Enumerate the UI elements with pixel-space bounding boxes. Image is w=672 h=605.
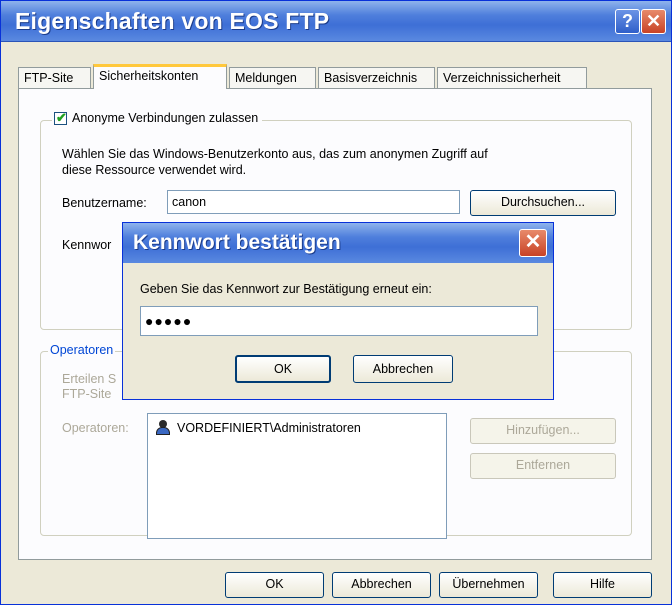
cancel-button[interactable]: Abbrechen [332,572,431,598]
tab-basisverzeichnis[interactable]: Basisverzeichnis [318,67,435,88]
tab-meldungen[interactable]: Meldungen [229,67,316,88]
help-button[interactable]: ? [615,9,640,34]
anonymous-description: Wählen Sie das Windows-Benutzerkonto aus… [62,146,582,178]
operators-grant-line-2: FTP-Site [62,387,112,401]
username-input[interactable] [167,190,460,214]
confirm-password-dialog: Kennwort bestätigen ✕ Geben Sie das Kenn… [122,222,554,400]
confirm-password-input[interactable]: ●●●●● [140,306,538,336]
browse-button[interactable]: Durchsuchen... [470,190,616,216]
tab-ftp-site[interactable]: FTP-Site [18,67,91,88]
dialog-prompt: Geben Sie das Kennwort zur Bestätigung e… [140,282,432,296]
anonymous-checkbox-row[interactable]: ✔ Anonyme Verbindungen zulassen [52,109,263,125]
operators-list-label: Operatoren: [62,421,129,435]
password-label: Kennwor [62,238,112,252]
dialog-cancel-button[interactable]: Abbrechen [353,355,453,383]
help-footer-button[interactable]: Hilfe [553,572,652,598]
operators-grant-line-1: Erteilen S [62,372,117,386]
check-icon: ✔ [56,109,67,125]
list-item[interactable]: VORDEFINIERT\Administratoren [154,420,361,436]
dialog-title: Kennwort bestätigen [133,231,341,254]
anonymous-checkbox[interactable]: ✔ [54,109,67,125]
operators-group-title: Operatoren [48,343,116,357]
dialog-title-bar[interactable]: Kennwort bestätigen ✕ [123,223,553,263]
close-button[interactable]: ✕ [641,9,666,34]
tab-verzeichnissicherheit[interactable]: Verzeichnissicherheit [437,67,587,88]
tab-sicherheitskonten[interactable]: Sicherheitskonten [93,64,227,89]
title-bar[interactable]: Eigenschaften von EOS FTP ? ✕ [1,1,671,42]
user-group-icon [154,420,172,436]
anonymous-checkbox-label: Anonyme Verbindungen zulassen [72,111,259,125]
apply-button[interactable]: Übernehmen [439,572,538,598]
description-line-2: diese Ressource verwendet wird. [62,163,247,177]
add-operator-button[interactable]: Hinzufügen... [470,418,616,444]
dialog-ok-button[interactable]: OK [235,355,331,383]
window-title: Eigenschaften von EOS FTP [15,8,330,34]
remove-operator-button[interactable]: Entfernen [470,453,616,479]
description-line-1: Wählen Sie das Windows-Benutzerkonto aus… [62,147,488,161]
operator-name: VORDEFINIERT\Administratoren [177,421,361,435]
username-label: Benutzername: [62,196,147,210]
operators-list[interactable]: VORDEFINIERT\Administratoren [147,413,447,539]
ok-button[interactable]: OK [225,572,324,598]
dialog-close-icon[interactable]: ✕ [519,229,547,257]
